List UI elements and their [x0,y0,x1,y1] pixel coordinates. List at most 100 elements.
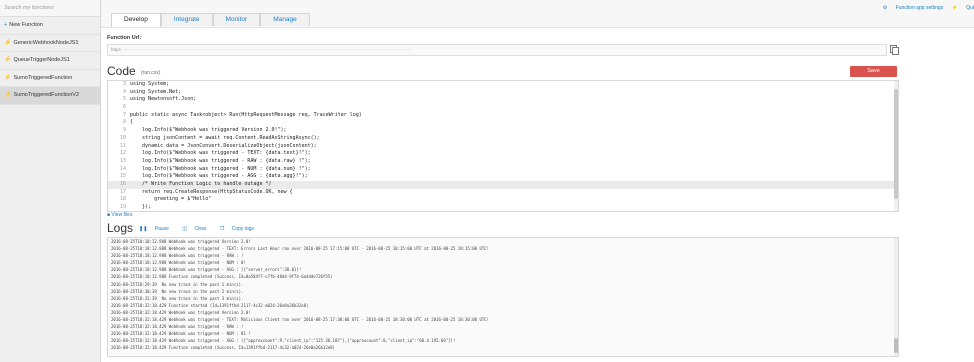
code-text: { [130,119,134,126]
new-function-label: New Function [9,22,43,28]
code-text: string jsonContent = await req.Content.R… [130,134,320,141]
log-line: 2016-08-25T18:18:12.988 Webhook was trig… [111,239,251,244]
line-number: 18 [119,196,126,203]
log-line: 2016-08-25T18:18:12.988 Webhook was trig… [111,267,302,273]
code-text: greeting = $"Hello" [130,196,212,203]
trash-icon: ◫ [182,226,188,232]
code-line: 18 greeting = $"Hello" [108,196,898,204]
quickstart-link[interactable]: ⚡ Qui [952,5,974,11]
code-text: /* Write Function Logic to handle outage… [130,180,272,187]
line-number: 6 [122,104,126,111]
line-number: 10 [119,134,126,141]
tab-manage[interactable]: Manage [260,13,310,26]
new-function-button[interactable]: + New Function [0,17,100,35]
save-button[interactable]: Save [850,66,897,77]
code-line: 8{ [108,119,898,127]
code-line: 9 log.Info($"Webhook was triggered Versi… [108,127,898,135]
code-text: }); [130,204,152,210]
log-line: 2016-08-25T18:18:12.988 Webhook was trig… [111,260,246,266]
code-text: dynamic data = JsonConvert.DeserializeOb… [130,142,317,149]
sidebar-item-label: QueueTriggerNodeJS1 [13,57,70,63]
log-line: 2016-08-25T18:32:18.429 Function complet… [111,345,335,351]
clear-logs-button[interactable]: ◫ Clear [182,226,212,232]
code-text: using System; [130,81,170,87]
code-line: 3 using System; [108,81,898,89]
sidebar-item-function[interactable]: ⚡ GenericWebhookNodeJS1 [0,35,100,52]
sidebar: Search my functions + New Function ⚡ Gener… [0,0,101,362]
log-line: 2016-08-25T18:18:12.988 Function complet… [111,274,333,280]
code-line: 19 }); [108,204,898,211]
code-line: 12 log.Info($"Webhook was triggered - TE… [108,150,898,158]
code-line: 15 log.Info($"Webhook was triggered - AG… [108,173,898,181]
line-number: 19 [119,204,126,210]
log-line: 2016-08-25T18:32:18.429 Webhook was trig… [111,324,244,330]
code-text: using Newtonsoft.Json; [130,96,197,103]
view-files-label: View files [111,212,133,218]
line-number: 4 [122,88,126,95]
logs-heading: Logs [107,221,134,235]
quickstart-label: Qui [966,5,974,11]
pause-logs-label: Pause [154,226,169,232]
line-number: 3 [122,81,126,87]
log-line: 2016-08-25T18:31:39 No new trace in the … [111,295,244,301]
log-line: 2016-08-25T18:32:18.429 Webhook was trig… [111,309,251,315]
log-line: 2016-08-25T18:32:18.429 Webhook was trig… [111,338,456,344]
code-line: 14 log.Info($"Webhook was triggered - NU… [108,166,898,174]
log-actions: ❚❚ Pause ◫ Clear ❐ Copy logs [139,226,266,232]
code-line: 11 dynamic data = JsonConvert.Deserializ… [108,143,898,151]
code-line: 16 /* Write Function Logic to handle out… [108,180,898,189]
lightning-icon: ⚡ [4,92,12,98]
sidebar-item-label: GenericWebhookNodeJS1 [13,39,79,46]
function-url-redacted: ········································… [120,47,412,52]
pause-logs-button[interactable]: ❚❚ Pause [139,226,175,232]
sidebar-item-function[interactable]: ⚡ QueueTriggerNodeJS1 [0,52,100,70]
copy-url-icon[interactable] [890,45,899,55]
function-url-field[interactable]: https ··································… [107,44,887,56]
tab-monitor[interactable]: Monitor [212,13,261,26]
sidebar-item-function[interactable]: ⚡ SumoTriggeredFunction [0,70,100,87]
log-scrollbar[interactable] [894,238,898,356]
code-filename: (run.csx) [141,70,161,76]
line-number: 14 [119,165,126,172]
tab-develop[interactable]: Develop [111,13,161,27]
editor-scrollbar-thumb[interactable] [894,89,898,199]
log-console[interactable]: 2016-08-25T18:18:12.988 Webhook was trig… [107,237,899,357]
line-number: 9 [122,127,126,134]
copy-logs-button[interactable]: ❐ Copy logs [220,226,260,232]
lightning-icon: ⚡ [4,74,12,81]
sidebar-item-function[interactable]: ⚡ SumoTriggeredFunctionV2 [0,87,100,105]
code-line: 10 string jsonContent = await req.Conten… [108,135,898,143]
log-scrollbar-thumb[interactable] [894,338,898,353]
lightning-icon: ⚡ [4,39,12,46]
copy-logs-label: Copy logs [231,226,254,232]
code-line: 4 using System.Net; [108,89,898,97]
log-line: 2016-08-25T18:32:18.429 Webhook was trig… [111,317,490,323]
line-number: 5 [122,96,126,103]
editor-scrollbar[interactable] [894,81,898,211]
line-number: 13 [119,157,126,164]
search-functions-input[interactable]: Search my functions [0,0,100,17]
code-text: log.Info($"Webhook was triggered - RAW :… [130,157,311,164]
code-line: 7 public static async Task<object> Run(Ht… [108,112,898,120]
log-lines: 2016-08-25T18:18:12.988 Webhook was trig… [108,238,898,352]
top-bar: Develop Integrate Monitor Manage ⚙ Function… [101,0,974,28]
function-app-settings-label: Function app settings [895,5,944,11]
code-line: 5 using Newtonsoft.Json; [108,96,898,104]
code-editor[interactable]: 3 using System; 4 using System.Net; 5 using N… [107,80,899,212]
sidebar-item-label: SumoTriggeredFunction [13,74,73,81]
code-line: 13 log.Info($"Webhook was triggered - RA… [108,158,898,166]
function-list: ⚡ GenericWebhookNodeJS1 ⚡ QueueTriggerNodeJ… [0,35,100,105]
log-line: 2016-08-25T18:32:18.429 Webhook was trig… [111,331,251,337]
log-line: 2016-08-25T18:32:18.429 Function started… [111,302,309,308]
function-url-label: Function Url: [107,35,142,41]
top-links: ⚙ Function app settings ⚡ Qui [876,5,974,11]
tab-integrate[interactable]: Integrate [160,13,213,26]
function-app-settings-link[interactable]: ⚙ Function app settings [883,5,943,11]
code-text: return req.CreateResponse(HttpStatusCode… [130,188,293,195]
code-text: public static async Task<object> Run(Htt… [130,111,362,118]
line-number: 15 [119,173,126,180]
view-files-link[interactable]: ■ View files [107,212,132,218]
log-line: 2016-08-25T18:29:39 No new trace in the … [111,281,244,287]
clear-logs-label: Clear [194,226,207,232]
plus-icon: + [4,22,8,28]
